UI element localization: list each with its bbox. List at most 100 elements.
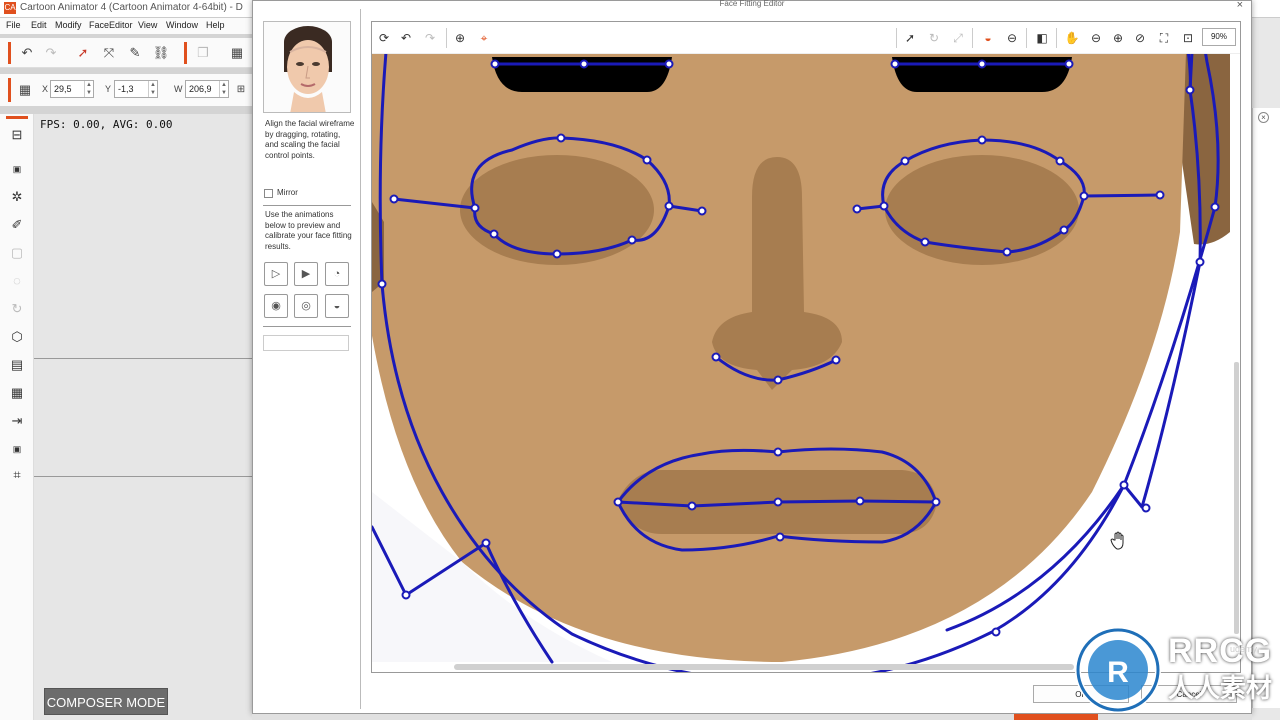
dialog-close-icon[interactable]: ×	[1237, 0, 1243, 11]
eye-mode-icon[interactable]: ⊖	[1004, 30, 1020, 46]
mirror-checkbox[interactable]	[264, 189, 273, 198]
empty-option-field[interactable]	[263, 335, 349, 351]
fps-readout: FPS: 0.00, AVG: 0.00	[40, 118, 173, 131]
watermark-cn-text: 人人素材	[1168, 674, 1273, 704]
lock-ratio-icon[interactable]: ⊞	[232, 81, 250, 99]
select-arrow-icon[interactable]: ➚	[74, 44, 92, 62]
rotate-icon[interactable]: ↻	[8, 300, 26, 318]
watermark-logo: R	[1075, 627, 1161, 713]
toolbar-separator-2	[896, 28, 897, 48]
align-instructions: Align the facial wireframe by dragging, …	[265, 119, 355, 160]
side-separator-2	[263, 326, 351, 327]
link-icon[interactable]: ⛓	[152, 44, 170, 62]
viewport[interactable]: FPS: 0.00, AVG: 0.00	[34, 114, 252, 720]
grid-icon[interactable]: ▦	[228, 44, 246, 62]
svg-text:R: R	[1107, 656, 1129, 689]
toolbar-separator-4	[1026, 28, 1027, 48]
zoom-selection-icon[interactable]: ⊡	[1180, 30, 1196, 46]
y-label: Y	[105, 84, 112, 94]
redo-fit-icon[interactable]: ↷	[422, 30, 438, 46]
select-pointer-icon[interactable]: ➚	[902, 30, 918, 46]
undo-fit-icon[interactable]: ↶	[398, 30, 414, 46]
rotate-points-icon[interactable]: ↻	[926, 30, 942, 46]
mouth-mode-icon[interactable]: ◒	[980, 30, 996, 46]
export-icon[interactable]: ⇥	[8, 412, 26, 430]
target-icon[interactable]: ⌖	[476, 30, 492, 46]
viewport-guide-2	[34, 476, 252, 477]
vertical-scrollbar[interactable]	[1234, 362, 1239, 634]
play-eye-anim-icon[interactable]: ◉	[264, 294, 288, 318]
zoom-in-icon[interactable]: ⊕	[1110, 30, 1126, 46]
play-mouth-anim-icon[interactable]: ◒	[325, 294, 349, 318]
play-head-turn-anim-icon[interactable]: ◔	[325, 262, 349, 286]
y-field[interactable]: -1,3 ▲ ▼	[114, 80, 158, 98]
grid-select-icon[interactable]: ▦	[8, 384, 26, 402]
horizontal-scrollbar[interactable]	[454, 664, 1074, 670]
x-label: X	[42, 84, 49, 94]
y-spinner[interactable]: ▲ ▼	[148, 81, 157, 97]
copy-icon[interactable]: ❐	[194, 44, 212, 62]
play-expression-anim-icon[interactable]: ▶	[294, 262, 318, 286]
x-value: 29,5	[54, 84, 72, 94]
reset-icon[interactable]: ⟳	[376, 30, 392, 46]
menu-edit[interactable]: Edit	[31, 20, 47, 30]
toggle-image-icon[interactable]: ◧	[1034, 30, 1050, 46]
scale-points-icon[interactable]: ⤢	[950, 30, 966, 46]
x-spinner[interactable]: ▲ ▼	[84, 81, 93, 97]
fitting-canvas[interactable]: ⟳ ↶ ↷ ⊕ ⌖ ➚ ↻ ⤢ ◒ ⊖ ◧ ✋ ⊖ ⊕ ⊘ ⛶ ⊡ 90%	[371, 21, 1241, 673]
align-grid-icon[interactable]: ▦	[16, 81, 34, 99]
zoom-level-field[interactable]: 90%	[1202, 28, 1236, 46]
mirror-label: Mirror	[277, 188, 298, 197]
transform-icon[interactable]: ⤧	[100, 44, 118, 62]
menu-window[interactable]: Window	[166, 20, 198, 30]
toolbar-separator	[446, 28, 447, 48]
sprite-icon[interactable]: ⬡	[8, 328, 26, 346]
fit-view-icon[interactable]: ⛶	[1156, 30, 1172, 46]
undo-icon[interactable]: ↶	[18, 44, 36, 62]
rotate-view-icon[interactable]: ⊕	[452, 30, 468, 46]
menu-modify[interactable]: Modify	[55, 20, 82, 30]
transform-toolbar: ▦ X 29,5 ▲ ▼ Y -1,3 ▲ ▼ W 206,9 ▲ ▼ ⊞	[0, 74, 252, 106]
morph-icon[interactable]: ◌	[8, 272, 26, 290]
w-spinner[interactable]: ▲ ▼	[219, 81, 228, 97]
fitting-side-panel: Align the facial wireframe by dragging, …	[253, 9, 361, 709]
play-blink-anim-icon[interactable]: ◎	[294, 294, 318, 318]
psd-export-icon[interactable]: ▣	[8, 440, 26, 458]
dialog-title: Face Fitting Editor	[719, 0, 785, 8]
zoom-out-icon[interactable]: ⊖	[1088, 30, 1104, 46]
play-talk-anim-icon[interactable]: ▷	[264, 262, 288, 286]
toolbar-separator-5	[1056, 28, 1057, 48]
image-grid-icon[interactable]: ▤	[8, 356, 26, 374]
transform-accent	[8, 78, 11, 102]
menu-faceeditor[interactable]: FaceEditor	[89, 20, 133, 30]
w-value: 206,9	[189, 84, 212, 94]
toolbar-accent	[8, 42, 11, 64]
menu-help[interactable]: Help	[206, 20, 225, 30]
menu-view[interactable]: View	[138, 20, 157, 30]
zoom-reset-icon[interactable]: ⊘	[1132, 30, 1148, 46]
menu-bar: File Edit Modify FaceEditor View Window …	[0, 18, 252, 34]
psd-icon[interactable]: ▣	[8, 160, 26, 178]
redo-icon[interactable]: ↷	[42, 44, 60, 62]
x-field[interactable]: 29,5 ▲ ▼	[50, 80, 94, 98]
face-key-icon[interactable]: ⌗	[8, 466, 26, 484]
w-label: W	[174, 84, 183, 94]
w-field[interactable]: 206,9 ▲ ▼	[185, 80, 229, 98]
y-value: -1,3	[118, 84, 134, 94]
face-reference-thumbnail	[263, 21, 351, 113]
animation-instructions: Use the animations below to preview and …	[265, 210, 352, 251]
scene-icon[interactable]: ⊟	[8, 126, 26, 144]
face-thumbnail-image	[264, 22, 350, 112]
left-eye-socket	[460, 155, 654, 265]
layer-icon[interactable]: ▢	[8, 244, 26, 262]
brush-icon[interactable]: ✐	[8, 216, 26, 234]
bone-icon[interactable]: ✲	[8, 188, 26, 206]
left-toolbar: ⊟ ▣ ✲ ✐ ▢ ◌ ↻ ⬡ ▤ ▦ ⇥ ▣ ⌗	[0, 114, 34, 720]
left-toolbar-accent	[6, 116, 28, 119]
pan-hand-icon[interactable]: ✋	[1064, 30, 1080, 46]
face-wireframe-canvas[interactable]	[372, 22, 1241, 673]
panel-close-icon[interactable]: ×	[1258, 112, 1269, 123]
composer-mode-button[interactable]: COMPOSER MODE	[44, 688, 168, 715]
menu-file[interactable]: File	[6, 20, 21, 30]
pen-icon[interactable]: ✎	[126, 44, 144, 62]
